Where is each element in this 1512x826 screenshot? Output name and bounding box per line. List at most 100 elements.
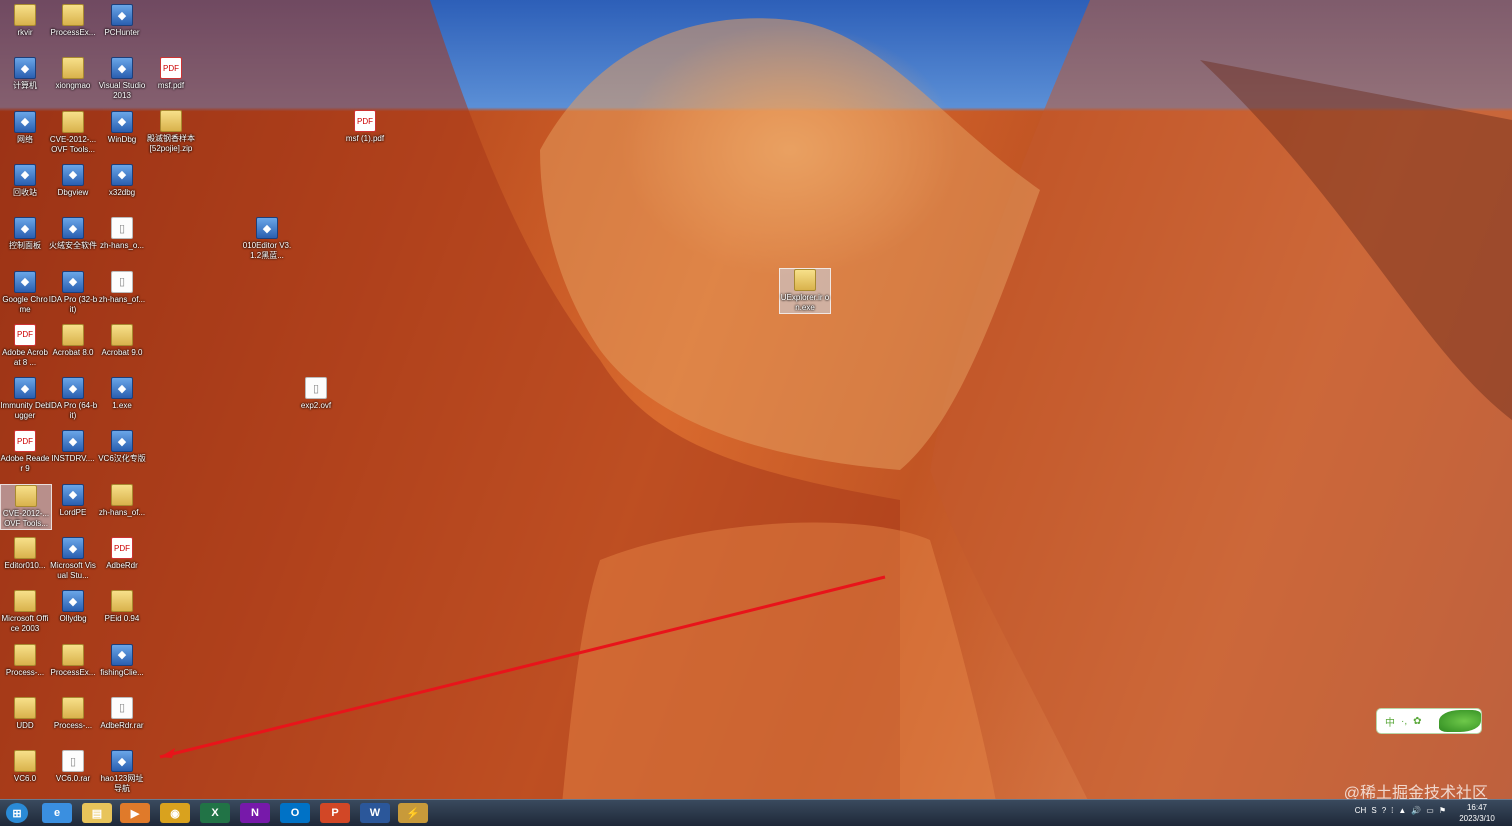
clock-date: 2023/3/10 <box>1459 814 1495 823</box>
desktop-icon-exp2[interactable]: ▯ exp2.ovf <box>291 377 341 411</box>
desktop-icon-label: INSTDRV.... <box>51 454 95 464</box>
media-player-button[interactable]: ▶ <box>120 803 150 823</box>
desktop-icon-zip-sample[interactable]: 殿滅钢香样本 [52pojie].zip <box>146 110 196 154</box>
desktop-icon-label: 1.exe <box>112 401 132 411</box>
desktop-icon-item[interactable]: ◆ 控制面板 <box>0 217 50 251</box>
outlook-button[interactable]: O <box>280 803 310 823</box>
start-button[interactable]: ⊞ <box>6 803 28 823</box>
desktop-icon-vc6[interactable]: ◆ VC6汉化专版 <box>97 430 147 464</box>
desktop-icon-zh-hans-of[interactable]: ▯ zh-hans_of... <box>97 270 147 305</box>
desktop-icon-item[interactable]: ◆ 网络 <box>0 110 50 145</box>
app-icon: ◆ <box>62 483 84 506</box>
app-icon: ◆ <box>111 377 133 400</box>
pdf-icon: PDF <box>14 323 36 346</box>
tray-item-icon[interactable]: S <box>1371 806 1376 815</box>
desktop-icon-label: AdbeRdr.rar <box>100 720 144 730</box>
tray-item-icon[interactable]: 🔊 <box>1411 806 1421 815</box>
desktop-icon-label: VC6.0 <box>13 774 37 784</box>
desktop-icon-adobe-reader-9[interactable]: PDF Adobe Reader 9 <box>0 430 50 474</box>
ime-toolbar[interactable]: 中 ·, ✿ <box>1376 708 1482 734</box>
desktop-icon-zh-hans-o[interactable]: ▯ zh-hans_o... <box>97 217 147 251</box>
desktop-icon-acrobat-8-0[interactable]: Acrobat 8.0 <box>48 323 98 358</box>
desktop-icon-microsoft-office-2003[interactable]: Microsoft Office 2003 <box>0 590 50 634</box>
desktop-icon-editor010[interactable]: ◆ 010Editor V3.1.2黑蓝... <box>242 217 292 261</box>
explorer-button[interactable]: ▤ <box>82 803 112 823</box>
desktop-icon-x32dbg[interactable]: ◆ x32dbg <box>97 163 147 198</box>
word-button[interactable]: W <box>360 803 390 823</box>
chrome-button[interactable]: ◉ <box>160 803 190 823</box>
desktop-icon-editor010[interactable]: Editor010... <box>0 537 50 571</box>
desktop-icon-vc6-0[interactable]: VC6.0 <box>0 750 50 784</box>
desktop-icon-cve-2012-ovf-tools[interactable]: CVE-2012-... OVF Tools... <box>48 110 98 155</box>
desktop-icon-cve-2012-ovf-tools[interactable]: CVE-2012-... OVF Tools... <box>0 483 52 530</box>
desktop-icon-process[interactable]: Process-... <box>0 643 50 678</box>
onenote-button[interactable]: N <box>240 803 270 823</box>
app-icon: ◆ <box>62 537 84 559</box>
desktop-icon-lordpe[interactable]: ◆ LordPE <box>48 483 98 518</box>
desktop-icon-immunity-debugger[interactable]: ◆ Immunity Debugger <box>0 377 50 421</box>
ie-button[interactable]: e <box>42 803 72 823</box>
desktop-icon-processex[interactable]: ProcessEx... <box>48 643 98 678</box>
desktop-icon-label: Google Chrome <box>2 294 48 314</box>
desktop-icon-ollydbg[interactable]: ◆ Ollydbg <box>48 590 98 624</box>
ime-skin-icon[interactable]: ✿ <box>1413 716 1421 727</box>
tray-item-icon[interactable]: ⚑ <box>1439 806 1446 815</box>
desktop-icon-processex[interactable]: ProcessEx... <box>48 4 98 38</box>
desktop-icon-label: Process-... <box>53 720 93 730</box>
desktop-icon-hao123[interactable]: ◆ hao123网址导航 <box>97 750 147 794</box>
desktop-icon-visual-studio-2013[interactable]: ◆ Visual Studio 2013 <box>97 57 147 101</box>
folder-icon <box>14 750 36 773</box>
tray-item-icon[interactable]: ▲ <box>1398 806 1406 815</box>
desktop-icon-adberdr-rar[interactable]: ▯ AdbeRdr.rar <box>97 696 147 731</box>
desktop-icon-label: x32dbg <box>108 187 136 197</box>
desktop-icon-windbg[interactable]: ◆ WinDbg <box>97 110 147 145</box>
tray-item-icon[interactable]: ▭ <box>1426 806 1434 815</box>
desktop-icon-label: Visual Studio 2013 <box>98 81 146 101</box>
desktop-icon-item[interactable]: ◆ 计算机 <box>0 57 50 91</box>
tray-item-icon[interactable]: ⁞ <box>1391 806 1393 815</box>
ime-mode-label[interactable]: 中 <box>1385 714 1395 729</box>
desktop-icon-instdrv[interactable]: ◆ INSTDRV.... <box>48 430 98 464</box>
desktop-icon-udd[interactable]: UDD <box>0 696 50 731</box>
wallpaper-rock-formation <box>0 0 1512 825</box>
desktop-icon-peid-0-94[interactable]: PEid 0.94 <box>97 590 147 624</box>
desktop-icon-uexplorer[interactable]: UExplorer.ir on.exe <box>779 268 831 314</box>
ime-leaf-logo-icon <box>1439 710 1481 732</box>
desktop-icon-adberdr[interactable]: PDF AdbeRdr <box>97 537 147 571</box>
desktop-icon-msf-pdf[interactable]: PDF msf.pdf <box>146 57 196 91</box>
desktop-icon-acrobat-9-0[interactable]: Acrobat 9.0 <box>97 323 147 358</box>
tray-item-icon[interactable]: ? <box>1382 806 1386 815</box>
desktop-icon-item[interactable]: ◆ 回收站 <box>0 163 50 198</box>
desktop-icon-process[interactable]: Process-... <box>48 696 98 731</box>
desktop-icon-dbgview[interactable]: ◆ Dbgview <box>48 163 98 198</box>
desktop-icon-google-chrome[interactable]: ◆ Google Chrome <box>0 270 50 315</box>
desktop-icon-adobe-acrobat-8[interactable]: PDF Adobe Acrobat 8 ... <box>0 323 50 368</box>
folder-icon <box>62 4 84 26</box>
taskbar-clock[interactable]: 16:47 2023/3/10 <box>1450 802 1504 824</box>
desktop-icon-pchunter[interactable]: ◆ PCHunter <box>97 4 147 38</box>
excel-button[interactable]: X <box>200 803 230 823</box>
desktop-icon-rkvir[interactable]: rkvir <box>0 4 50 38</box>
active-app-button[interactable]: ⚡ <box>398 803 428 823</box>
desktop-icon-msf1-pdf[interactable]: PDF msf (1).pdf <box>340 110 390 144</box>
pdf-icon: PDF <box>111 537 133 559</box>
ime-punctuation-label[interactable]: ·, <box>1401 716 1407 727</box>
desktop-icon-item[interactable]: ◆ 火绒安全软件 <box>48 217 98 251</box>
pdf-icon: PDF <box>14 430 36 453</box>
desktop-icon-fishingclie[interactable]: ◆ fishingClie... <box>97 643 147 678</box>
app-icon: ◆ <box>111 163 133 186</box>
desktop-icon-vc6-0-rar[interactable]: ▯ VC6.0.rar <box>48 750 98 784</box>
app-icon: ◆ <box>111 750 133 773</box>
tray-item-icon[interactable]: CH <box>1355 806 1367 815</box>
desktop-icon-microsoft-visual-stu[interactable]: ◆ Microsoft Visual Stu... <box>48 537 98 581</box>
desktop-icon-label: WinDbg <box>107 134 137 144</box>
desktop-icon-zh-hans-of[interactable]: zh-hans_of... <box>97 483 147 518</box>
desktop-icon-xiongmao[interactable]: xiongmao <box>48 57 98 91</box>
powerpoint-button[interactable]: P <box>320 803 350 823</box>
desktop-icon-1-exe[interactable]: ◆ 1.exe <box>97 377 147 411</box>
desktop-icon-label: 殿滅钢香样本 [52pojie].zip <box>147 134 195 153</box>
desktop-icon-ida-pro-64-bit[interactable]: ◆ IDA Pro (64-bit) <box>48 377 98 421</box>
system-tray[interactable]: CH S? ⁞ ▲ 🔊 ▭ ⚑ <box>1355 806 1446 815</box>
desktop-icon-ida-pro-32-bit[interactable]: ◆ IDA Pro (32-bit) <box>48 270 98 315</box>
desktop-icon-label: fishingClie... <box>100 667 144 677</box>
